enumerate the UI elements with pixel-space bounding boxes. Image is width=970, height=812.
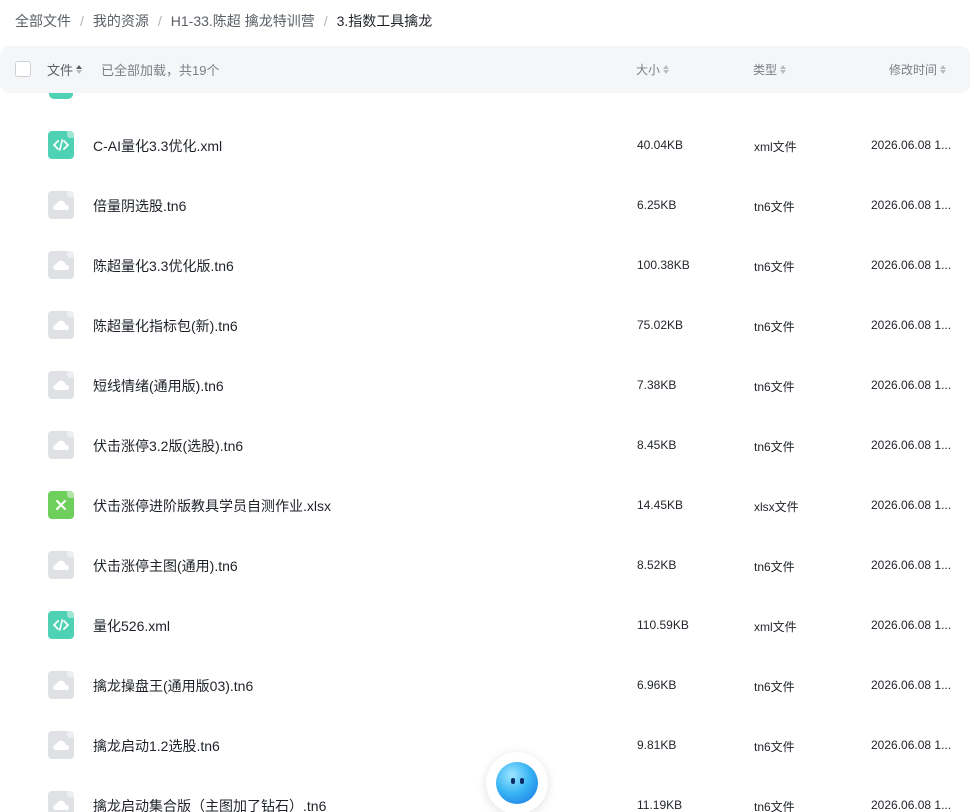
size-column-label: 大小: [636, 63, 661, 77]
cloud-file-icon: [48, 791, 74, 812]
file-type: tn6文件: [754, 200, 795, 214]
file-row[interactable]: 擒龙启动1.2选股.tn6 9.81KB tn6文件 2026.06.08 1...: [0, 715, 970, 775]
file-name[interactable]: 短线情绪(通用版).tn6: [93, 376, 224, 396]
sort-by-type-header[interactable]: 类型: [753, 61, 787, 78]
file-size: 9.81KB: [637, 738, 677, 752]
name-column-label: 文件: [47, 63, 74, 78]
cloud-file-icon: [48, 191, 74, 219]
file-type: tn6文件: [754, 800, 795, 812]
file-name[interactable]: 擒龙启动集合版（主图加了钻石）.tn6: [93, 796, 326, 812]
file-type: xml文件: [754, 620, 797, 634]
cloud-file-icon: [48, 431, 74, 459]
file-name[interactable]: 量化526.xml: [93, 616, 170, 636]
file-modified-time: 2026.06.08 1...: [871, 438, 952, 452]
file-modified-time: 2026.06.08 1...: [871, 498, 952, 512]
file-row[interactable]: 陈超量化3.3优化版.tn6 100.38KB tn6文件 2026.06.08 1.…: [0, 235, 970, 295]
load-status-text: 已全部加载，共19个: [101, 63, 220, 78]
file-size: 110.59KB: [637, 618, 689, 632]
sort-icon: [780, 65, 787, 74]
file-modified-time: 2026.06.08 1...: [871, 318, 952, 332]
file-modified-time: 2026.06.08 1...: [871, 138, 952, 152]
file-row[interactable]: 擒龙启动集合版（主图加了钻石）.tn6 11.19KB tn6文件 2026.06.0…: [0, 775, 970, 812]
breadcrumb-item-course-folder[interactable]: H1-33.陈超 擒龙特训营: [171, 11, 315, 31]
file-size: 75.02KB: [637, 318, 684, 332]
cloud-file-icon: [48, 551, 74, 579]
cloud-file-icon: [48, 671, 74, 699]
file-modified-time: 2026.06.08 1...: [871, 378, 952, 392]
file-type: tn6文件: [754, 560, 795, 574]
file-name[interactable]: 倍量阴选股.tn6: [93, 196, 186, 216]
file-type: xlsx文件: [754, 500, 799, 514]
breadcrumb-item-my-resources[interactable]: 我的资源: [93, 11, 149, 31]
file-row[interactable]: 量化526.xml 110.59KB xml文件 2026.06.08 1...: [0, 595, 970, 655]
file-list-header: 文件 已全部加载，共19个 大小 类型 修改时间: [0, 46, 970, 93]
file-size: 8.52KB: [637, 558, 677, 572]
file-modified-time: 2026.06.08 1...: [871, 798, 952, 812]
sort-icon: [663, 65, 670, 74]
file-row[interactable]: 伏击涨停3.2版(选股).tn6 8.45KB tn6文件 2026.06.08 1.…: [0, 415, 970, 475]
file-size: 8.45KB: [637, 438, 677, 452]
breadcrumb: 全部文件 / 我的资源 / H1-33.陈超 擒龙特训营 / 3.指数工具擒龙: [15, 11, 432, 31]
mtime-column-label: 修改时间: [889, 63, 938, 77]
sort-by-name-header[interactable]: 文件: [47, 60, 83, 79]
file-type: tn6文件: [754, 260, 795, 274]
file-name[interactable]: 陈超量化指标包(新).tn6: [93, 316, 238, 336]
file-name[interactable]: 陈超量化3.3优化版.tn6: [93, 256, 234, 276]
breadcrumb-item-current-folder: 3.指数工具擒龙: [336, 13, 433, 29]
file-size: 6.25KB: [637, 198, 677, 212]
file-list: C-AI量化3.3优化.xml 40.04KB xml文件 2026.06.08 1.…: [0, 115, 970, 812]
file-modified-time: 2026.06.08 1...: [871, 678, 952, 692]
file-size: 7.38KB: [637, 378, 677, 392]
file-row[interactable]: 倍量阴选股.tn6 6.25KB tn6文件 2026.06.08 1...: [0, 175, 970, 235]
breadcrumb-separator: /: [323, 13, 328, 29]
partially-scrolled-file-icon: [49, 93, 73, 99]
file-row[interactable]: 擒龙操盘王(通用版03).tn6 6.96KB tn6文件 2026.06.08 1.…: [0, 655, 970, 715]
file-modified-time: 2026.06.08 1...: [871, 198, 952, 212]
file-type: tn6文件: [754, 680, 795, 694]
file-type: tn6文件: [754, 380, 795, 394]
file-row[interactable]: C-AI量化3.3优化.xml 40.04KB xml文件 2026.06.08 1.…: [0, 115, 970, 175]
file-name[interactable]: 伏击涨停主图(通用).tn6: [93, 556, 238, 576]
type-column-label: 类型: [753, 63, 778, 77]
file-modified-time: 2026.06.08 1...: [871, 618, 952, 632]
cloud-file-icon: [48, 371, 74, 399]
file-size: 40.04KB: [637, 138, 684, 152]
breadcrumb-separator: /: [80, 13, 84, 29]
file-size: 14.45KB: [637, 498, 684, 512]
file-type: tn6文件: [754, 440, 795, 454]
file-type: xml文件: [754, 140, 797, 154]
file-name[interactable]: 伏击涨停进阶版教具学员自测作业.xlsx: [93, 496, 331, 516]
file-size: 6.96KB: [637, 678, 677, 692]
cloud-file-icon: [48, 251, 74, 279]
file-size: 11.19KB: [637, 798, 683, 812]
cloud-file-icon: [48, 731, 74, 759]
assistant-mascot-icon: [496, 762, 538, 804]
file-modified-time: 2026.06.08 1...: [871, 738, 952, 752]
xml-file-icon: [48, 131, 74, 159]
sort-icon: [940, 65, 947, 74]
breadcrumb-item-all-files[interactable]: 全部文件: [15, 11, 71, 31]
select-all-checkbox[interactable]: [15, 61, 31, 77]
file-row[interactable]: 伏击涨停主图(通用).tn6 8.52KB tn6文件 2026.06.08 1...: [0, 535, 970, 595]
file-modified-time: 2026.06.08 1...: [871, 258, 952, 272]
file-name[interactable]: C-AI量化3.3优化.xml: [93, 136, 222, 156]
file-row[interactable]: 伏击涨停进阶版教具学员自测作业.xlsx 14.45KB xlsx文件 2026.06…: [0, 475, 970, 535]
file-size: 100.38KB: [637, 258, 690, 272]
file-name[interactable]: 伏击涨停3.2版(选股).tn6: [93, 436, 243, 456]
sort-by-size-header[interactable]: 大小: [636, 61, 670, 78]
excel-file-icon: [48, 491, 74, 519]
sort-icon: [76, 65, 83, 74]
file-name[interactable]: 擒龙操盘王(通用版03).tn6: [93, 676, 253, 696]
sort-by-mtime-header[interactable]: 修改时间: [889, 61, 947, 78]
file-name[interactable]: 擒龙启动1.2选股.tn6: [93, 736, 220, 756]
file-type: tn6文件: [754, 320, 795, 334]
ai-assistant-button[interactable]: [486, 752, 548, 812]
cloud-file-icon: [48, 311, 74, 339]
breadcrumb-separator: /: [157, 13, 162, 29]
file-modified-time: 2026.06.08 1...: [871, 558, 952, 572]
file-type: tn6文件: [754, 740, 795, 754]
file-row[interactable]: 陈超量化指标包(新).tn6 75.02KB tn6文件 2026.06.08 1..…: [0, 295, 970, 355]
xml-file-icon: [48, 611, 74, 639]
file-row[interactable]: 短线情绪(通用版).tn6 7.38KB tn6文件 2026.06.08 1...: [0, 355, 970, 415]
